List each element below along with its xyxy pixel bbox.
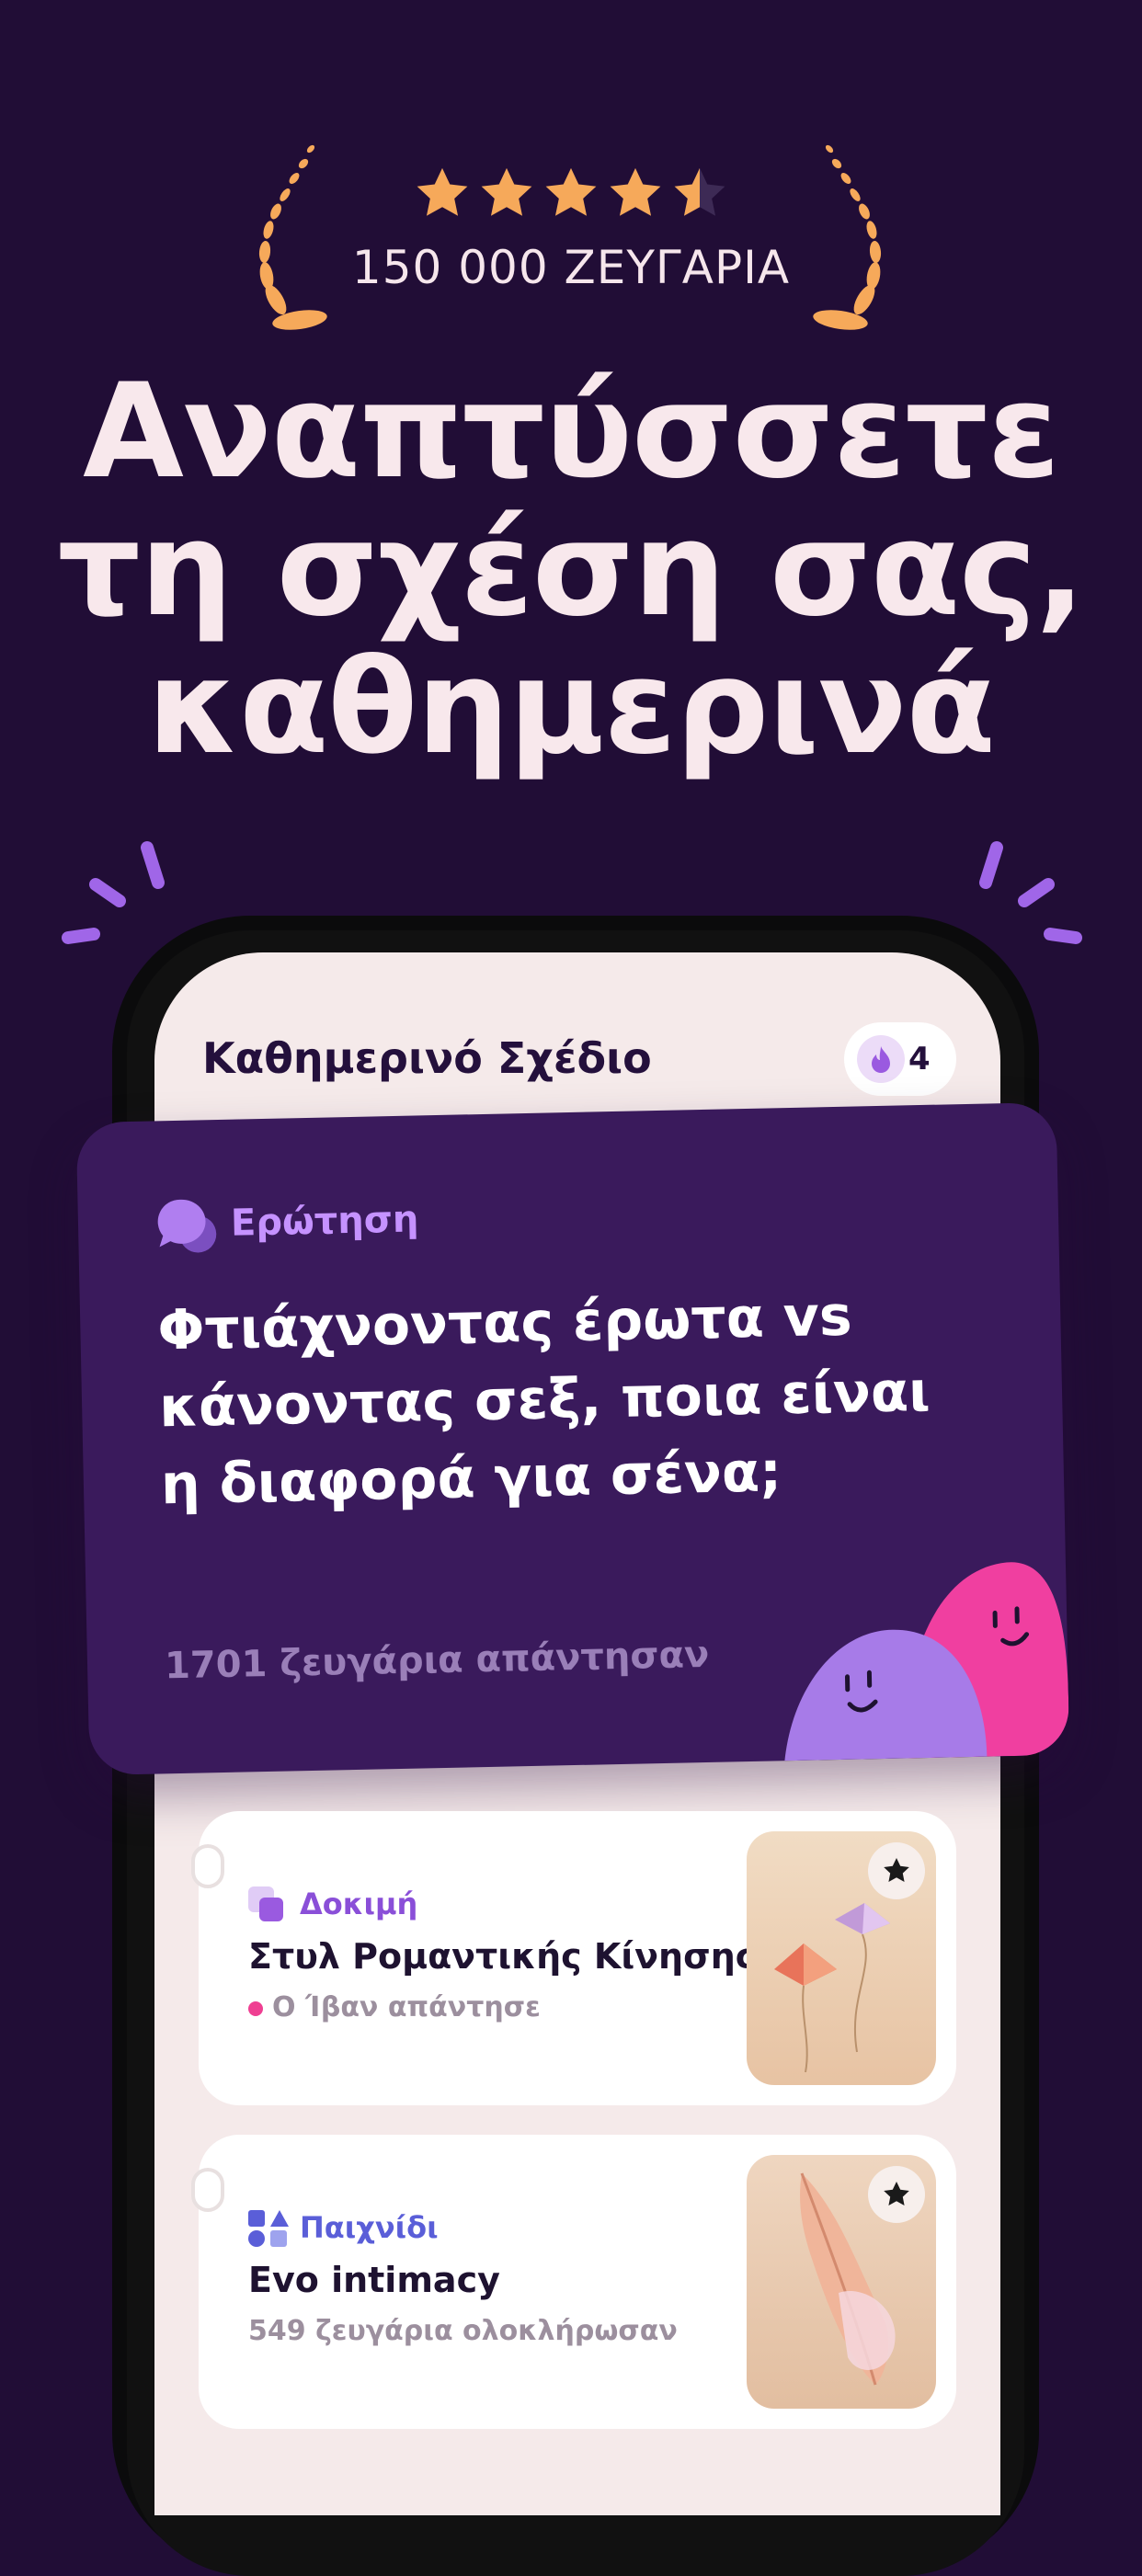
card-subtitle: 549 ζευγάρια ολοκλήρωσαν <box>248 2315 678 2347</box>
half-star-icon <box>671 165 728 221</box>
paper-kites-image <box>747 1831 936 2085</box>
status-dot <box>248 2001 263 2016</box>
streak-badge[interactable]: 4 <box>844 1022 956 1096</box>
question-text: Φτιάχνοντας έρωτα vs κάνοντας σεξ, ποια … <box>157 1275 989 1524</box>
card-title: Evo intimacy <box>248 2260 500 2300</box>
card-subtitle-text: Ο Ίβαν απάντησε <box>272 1991 541 2023</box>
streak-count: 4 <box>908 1041 931 1077</box>
sparkle-right-icon <box>969 837 1089 947</box>
rating-badge: 150 000 ΖΕΥΓΑΡΙΑ <box>0 138 1142 331</box>
card-tag: Παιχνίδι <box>300 2210 439 2245</box>
headline-line: Αναπτύσσετε <box>0 363 1142 501</box>
card-subtitle: Ο Ίβαν απάντησε <box>248 1991 541 2023</box>
star-icon <box>542 165 600 221</box>
chat-bubbles-icon <box>154 1195 220 1257</box>
card-tag: Δοκιμή <box>300 1886 417 1921</box>
rating-label: 150 000 ΖΕΥΓΑΡΙΑ <box>0 241 1142 294</box>
star-icon <box>478 165 535 221</box>
sparkle-left-icon <box>55 837 175 947</box>
answered-count: 1701 ζευγάρια απάντησαν <box>165 1634 710 1687</box>
headline-line: καθημερινά <box>0 639 1142 777</box>
question-card[interactable]: Ερώτηση Φτιάχνοντας έρωτα vs κάνοντας σε… <box>76 1102 1070 1775</box>
star-rating <box>0 165 1142 221</box>
star-icon <box>414 165 471 221</box>
headline: Αναπτύσσετε τη σχέση σας, καθημερινά <box>0 363 1142 777</box>
activity-card[interactable]: Δοκιμή Στυλ Ρομαντικής Κίνησης Ο Ίβαν απ… <box>199 1811 956 2105</box>
star-icon <box>607 165 664 221</box>
favorite-button[interactable] <box>868 2166 925 2223</box>
shapes-icon <box>248 2210 289 2249</box>
headline-line: τη σχέση σας, <box>0 501 1142 639</box>
laurel-right-icon <box>793 138 885 331</box>
blob-characters-icon <box>752 1516 1069 1761</box>
activity-card[interactable]: Παιχνίδι Evo intimacy 549 ζευγάρια ολοκλ… <box>199 2135 956 2429</box>
flame-icon <box>857 1035 905 1083</box>
card-title: Στυλ Ρομαντικής Κίνησης <box>248 1936 756 1977</box>
feather-image <box>747 2155 936 2409</box>
question-label: Ερώτηση <box>231 1198 419 1244</box>
stacked-squares-icon <box>248 1886 287 1925</box>
favorite-button[interactable] <box>868 1842 925 1899</box>
page-title: Καθημερινό Σχέδιο <box>202 1033 652 1083</box>
